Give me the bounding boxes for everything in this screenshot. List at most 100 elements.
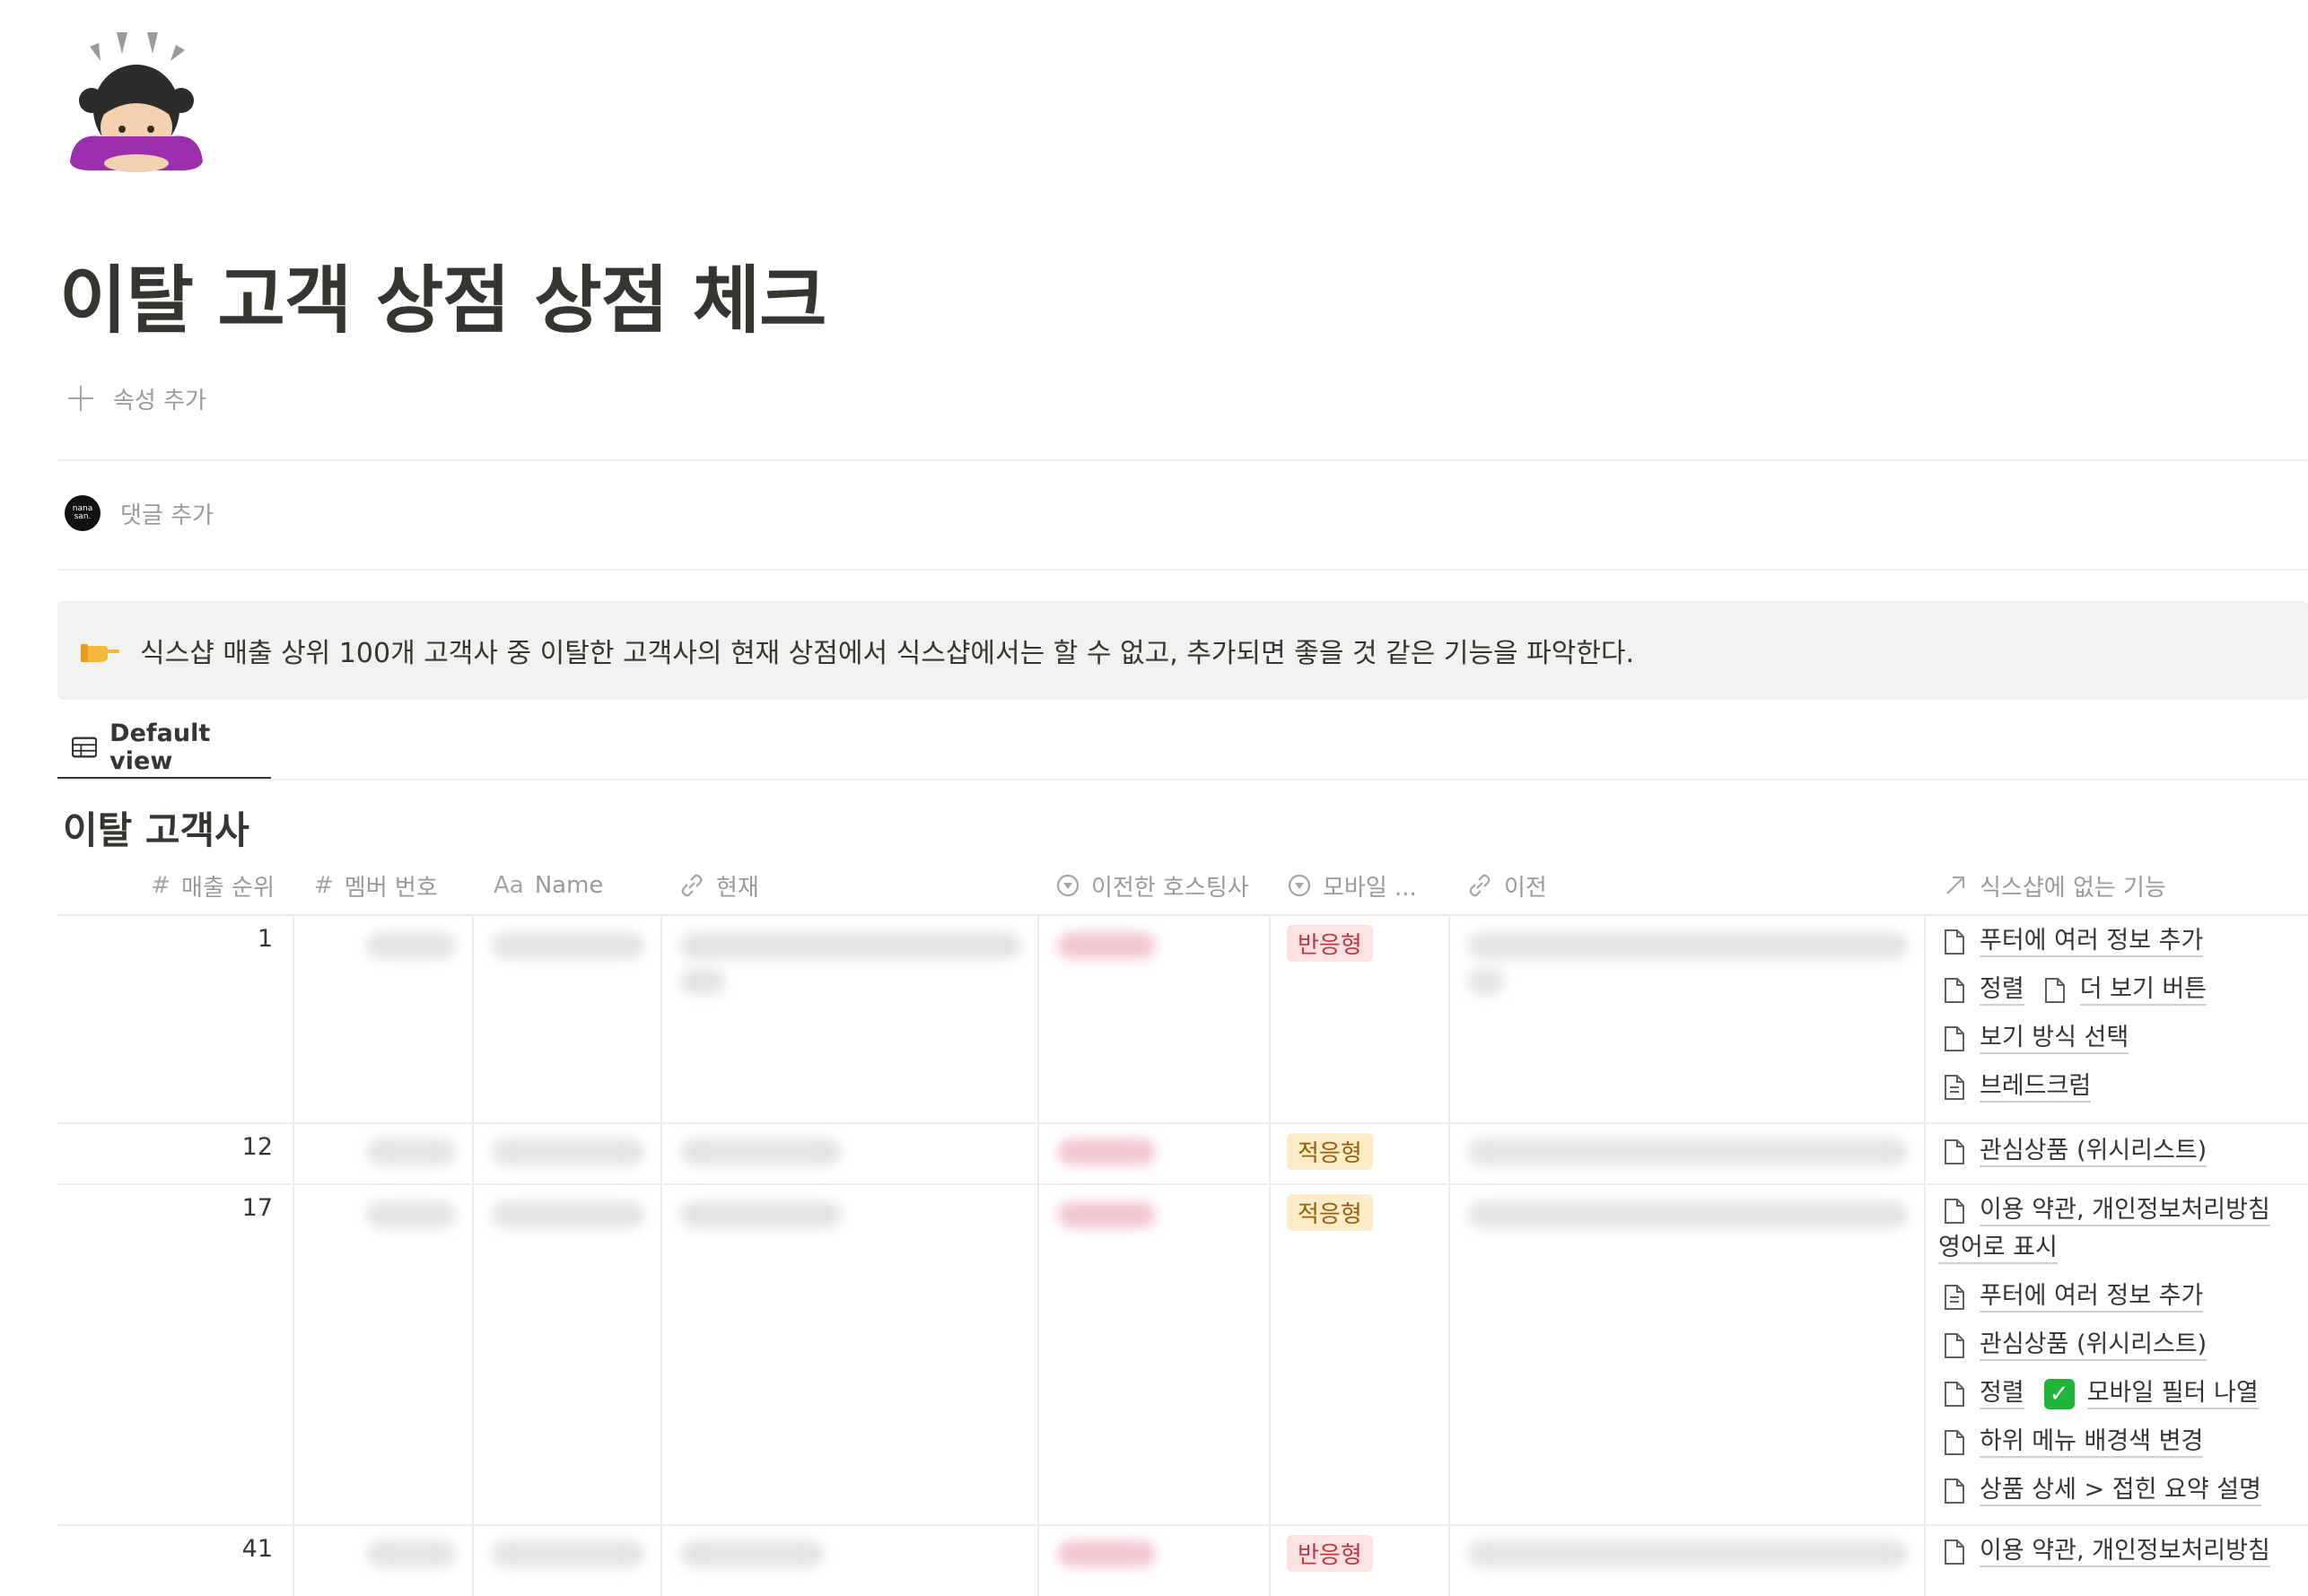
- member-no-cell[interactable]: [294, 1183, 474, 1524]
- feature-link[interactable]: 정렬 더 보기 버튼: [1926, 975, 2285, 1006]
- previous-url-cell[interactable]: [1450, 1183, 1926, 1524]
- previous-url-cell[interactable]: [1450, 914, 1926, 1122]
- page-title[interactable]: 이탈 고객 상점 상점 체크: [59, 240, 827, 347]
- link-icon: [1469, 874, 1491, 897]
- tab-label: Default view: [109, 720, 211, 775]
- feature-link[interactable]: 정렬 ✓ 모바일 필터 나열: [1926, 1379, 2285, 1409]
- page-icon: [1945, 1478, 1964, 1504]
- column-header-member-no[interactable]: # 멤버 번호: [294, 857, 474, 914]
- feature-link[interactable]: 관심상품 (위시리스트): [1926, 1137, 2285, 1167]
- feature-label: 이용 약관, 개인정보처리방침: [1980, 1196, 2270, 1226]
- current-url-cell[interactable]: [662, 1524, 1039, 1596]
- member-no-cell[interactable]: [294, 1524, 474, 1596]
- feature-link[interactable]: 보기 방식 선택: [1926, 1024, 2285, 1054]
- previous-url-cell[interactable]: [1450, 1122, 1926, 1183]
- feature-label: 푸터에 여러 정보 추가: [1980, 927, 2204, 957]
- column-label: 멤버 번호: [344, 874, 438, 902]
- feature-link[interactable]: 하위 메뉴 배경색 변경: [1926, 1427, 2285, 1458]
- name-cell[interactable]: [474, 914, 662, 1122]
- current-url-cell[interactable]: [662, 1122, 1039, 1183]
- rank-cell: 12: [57, 1122, 294, 1183]
- mobile-cell[interactable]: 적응형: [1271, 1183, 1450, 1524]
- column-header-name[interactable]: Aa Name: [474, 857, 662, 914]
- table-row[interactable]: 1 반응형 푸터에 여러 정보 추가 정렬 더 보기 버튼 보기 방식 선택 브…: [57, 914, 2308, 1124]
- feature-link[interactable]: 상품 상세 > 접힌 요약 설명: [1926, 1476, 2285, 1506]
- link-icon: [681, 874, 703, 897]
- table-row[interactable]: 17 적응형 이용 약관, 개인정보처리방침 영어로 표시 푸터에 여러 정보 …: [57, 1183, 2308, 1526]
- feature-label: 영어로 표시: [1938, 1234, 2058, 1264]
- rank-cell: 41: [57, 1524, 294, 1596]
- table-row[interactable]: 12 적응형 관심상품 (위시리스트): [57, 1122, 2308, 1185]
- add-property-label: 속성 추가: [113, 387, 206, 414]
- column-label: 식스샵에 없는 기능: [1980, 874, 2166, 902]
- page-icon: [1945, 978, 1964, 1003]
- feature-label: 상품 상세 > 접힌 요약 설명: [1980, 1476, 2261, 1506]
- number-icon: #: [314, 872, 334, 899]
- prev-hosting-cell[interactable]: [1039, 1183, 1271, 1524]
- name-cell[interactable]: [474, 1524, 662, 1596]
- column-header-rank[interactable]: # 매출 순위: [57, 857, 294, 914]
- missing-features-cell[interactable]: 이용 약관, 개인정보처리방침: [1926, 1524, 2285, 1596]
- tab-default-view[interactable]: Default view: [57, 718, 271, 781]
- column-label: 매출 순위: [181, 874, 275, 902]
- feature-link[interactable]: 푸터에 여러 정보 추가: [1926, 927, 2285, 957]
- table-row[interactable]: 41 반응형 이용 약관, 개인정보처리방침: [57, 1524, 2308, 1596]
- feature-label: 더 보기 버튼: [2079, 975, 2207, 1006]
- check-mark-icon: ✓: [2043, 1379, 2075, 1409]
- callout[interactable]: 식스샵 매출 상위 100개 고객사 중 이탈한 고객사의 현재 상점에서 식스…: [57, 601, 2308, 700]
- divider: [57, 459, 2308, 461]
- mobile-tag: 반응형: [1287, 925, 1373, 962]
- mobile-cell[interactable]: 적응형: [1271, 1122, 1450, 1183]
- member-no-cell[interactable]: [294, 914, 474, 1122]
- page-icon: [1945, 1026, 1964, 1051]
- feature-label: 보기 방식 선택: [1980, 1024, 2129, 1054]
- page-with-text-icon: [1945, 1075, 1964, 1100]
- current-url-cell[interactable]: [662, 914, 1039, 1122]
- feature-link[interactable]: 관심상품 (위시리스트): [1926, 1330, 2285, 1361]
- missing-features-cell[interactable]: 이용 약관, 개인정보처리방침 영어로 표시 푸터에 여러 정보 추가 관심상품…: [1926, 1183, 2285, 1524]
- missing-features-cell[interactable]: 푸터에 여러 정보 추가 정렬 더 보기 버튼 보기 방식 선택 브레드크럼: [1926, 914, 2285, 1122]
- mobile-cell[interactable]: 반응형: [1271, 1524, 1450, 1596]
- column-label: 이전: [1504, 874, 1547, 902]
- page-icon: [1945, 1333, 1964, 1358]
- feature-link[interactable]: 이용 약관, 개인정보처리방침: [1926, 1537, 2285, 1567]
- database-title[interactable]: 이탈 고객사: [63, 800, 249, 855]
- add-property-button[interactable]: 속성 추가: [66, 380, 206, 416]
- feature-link[interactable]: 푸터에 여러 정보 추가: [1926, 1282, 2285, 1313]
- select-icon: [1056, 874, 1080, 897]
- page-icon: [1945, 1539, 1964, 1565]
- column-header-previous[interactable]: 이전: [1450, 857, 1926, 914]
- current-url-cell[interactable]: [662, 1183, 1039, 1524]
- column-header-current[interactable]: 현재: [662, 857, 1039, 914]
- person-bowing-emoji-icon: [70, 32, 203, 172]
- column-header-mobile[interactable]: 모바일 ...: [1271, 857, 1450, 914]
- name-cell[interactable]: [474, 1122, 662, 1183]
- callout-text: 식스샵 매출 상위 100개 고객사 중 이탈한 고객사의 현재 상점에서 식스…: [140, 638, 1635, 669]
- add-comment-button[interactable]: nana san. 댓글 추가: [65, 495, 214, 531]
- mobile-cell[interactable]: 반응형: [1271, 914, 1450, 1122]
- prev-hosting-cell[interactable]: [1039, 1122, 1271, 1183]
- plus-icon: [66, 384, 95, 413]
- feature-label: 정렬: [1980, 975, 2024, 1006]
- feature-link[interactable]: 브레드크럼: [1926, 1072, 2285, 1103]
- member-no-cell[interactable]: [294, 1122, 474, 1183]
- page-icon: [1945, 1139, 1964, 1164]
- name-cell[interactable]: [474, 1183, 662, 1524]
- feature-label: 모바일 필터 나열: [2086, 1379, 2259, 1409]
- add-comment-label: 댓글 추가: [120, 501, 214, 529]
- previous-url-cell[interactable]: [1450, 1524, 1926, 1596]
- avatar: nana san.: [65, 495, 101, 531]
- prev-hosting-cell[interactable]: [1039, 914, 1271, 1122]
- feature-label: 하위 메뉴 배경색 변경: [1980, 1427, 2204, 1458]
- rank-cell: 1: [57, 914, 294, 1122]
- prev-hosting-cell[interactable]: [1039, 1524, 1271, 1596]
- missing-features-cell[interactable]: 관심상품 (위시리스트): [1926, 1122, 2285, 1183]
- column-header-prev-hosting[interactable]: 이전한 호스팅사: [1039, 857, 1271, 914]
- column-label: 모바일 ...: [1323, 874, 1417, 902]
- rank-cell: 17: [57, 1183, 294, 1524]
- page-icon: [1945, 929, 1964, 955]
- feature-link[interactable]: 이용 약관, 개인정보처리방침: [1926, 1196, 2285, 1226]
- column-header-missing-features[interactable]: 식스샵에 없는 기능: [1926, 857, 2285, 914]
- divider: [57, 779, 2308, 781]
- page-icon: [1945, 1382, 1964, 1407]
